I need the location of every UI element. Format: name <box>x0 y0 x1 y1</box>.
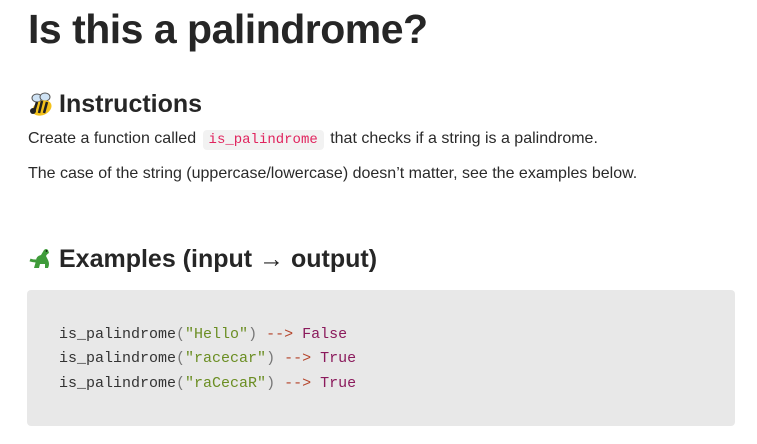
code-function: is_palindrome <box>59 350 177 367</box>
code-paren: ( <box>176 375 186 392</box>
page-title: Is this a palindrome? <box>28 6 428 52</box>
instructions-heading: Instructions <box>28 90 202 119</box>
code-arrow: --> <box>275 350 321 367</box>
code-function: is_palindrome <box>59 375 177 392</box>
instructions-line-1-after: that checks if a string is a palindrome. <box>325 130 598 147</box>
code-paren: ( <box>176 350 186 367</box>
instructions-line-2: The case of the string (uppercase/lowerc… <box>28 165 638 182</box>
bee-icon <box>30 92 52 116</box>
code-function: is_palindrome <box>59 326 177 343</box>
code-paren: ) <box>266 375 276 392</box>
examples-heading-text: Examples (input → output) <box>59 245 378 273</box>
code-line: is_palindrome("raCecaR") --> True <box>59 375 356 392</box>
code-arrow: --> <box>275 375 321 392</box>
dinosaur-icon <box>29 248 49 268</box>
code-string: "Hello" <box>185 326 249 343</box>
examples-code-block: is_palindrome("Hello") --> False is_pali… <box>27 290 735 426</box>
code-line: is_palindrome("Hello") --> False <box>59 326 347 343</box>
inline-code-function-name: is_palindrome <box>202 130 324 150</box>
code-string: "racecar" <box>185 350 267 367</box>
code-arrow: --> <box>257 326 303 343</box>
code-result: True <box>320 350 357 367</box>
code-result: True <box>320 375 357 392</box>
code-paren: ) <box>248 326 258 343</box>
instructions-heading-text: Instructions <box>59 90 203 118</box>
code-string: "raCecaR" <box>185 375 267 392</box>
code-paren: ( <box>176 326 186 343</box>
instructions-line-1-before: Create a function called <box>28 130 201 147</box>
code-result: False <box>302 326 348 343</box>
code-paren: ) <box>266 350 276 367</box>
examples-heading: Examples (input → output) <box>28 245 377 274</box>
code-line: is_palindrome("racecar") --> True <box>59 350 356 367</box>
instructions-line-1: Create a function called is_palindrome t… <box>28 130 598 150</box>
